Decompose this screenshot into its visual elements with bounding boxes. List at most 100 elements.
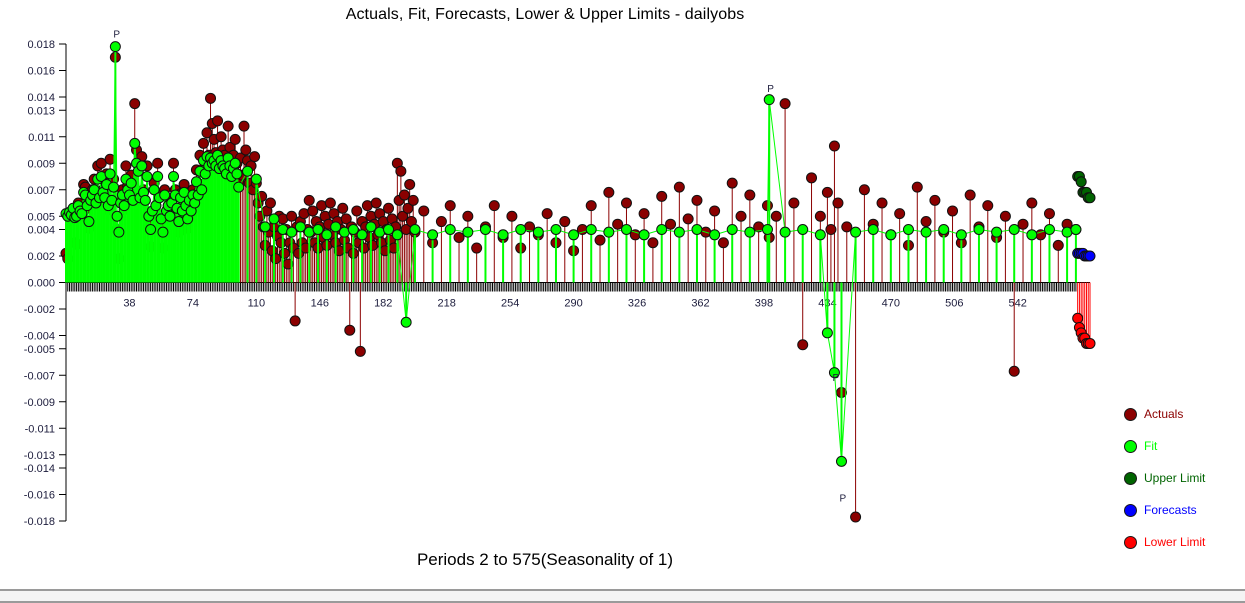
data-point	[307, 205, 319, 217]
legend-item-lower-limit[interactable]: Lower Limit	[1124, 526, 1244, 558]
data-point	[391, 229, 403, 241]
legend-marker-icon	[1124, 439, 1137, 453]
legend-item-label: Fit	[1144, 439, 1158, 453]
data-point	[594, 234, 606, 246]
legend-item-forecasts[interactable]: Forecasts	[1124, 494, 1244, 526]
legend-item-fit[interactable]: Fit	[1124, 430, 1244, 462]
data-point	[250, 173, 262, 185]
data-point	[938, 224, 950, 235]
data-point	[1026, 197, 1038, 209]
y-axis-tick-label: 0.016	[27, 66, 55, 78]
x-axis-tick-label: 254	[501, 298, 519, 310]
x-axis-tick-label: 326	[628, 298, 646, 310]
data-point	[779, 98, 791, 110]
data-point	[145, 224, 157, 235]
data-point	[1084, 192, 1096, 204]
data-point	[832, 197, 844, 209]
data-point	[876, 197, 888, 209]
data-point	[238, 120, 250, 132]
data-point	[814, 229, 826, 241]
data-point	[444, 224, 456, 235]
y-axis-tick-label: 0.005	[27, 211, 55, 223]
legend-item-upper-limit[interactable]: Upper Limit	[1124, 462, 1244, 494]
data-point	[797, 224, 809, 235]
data-point	[83, 216, 95, 228]
y-axis-tick-label: -0.013	[24, 450, 55, 462]
legend-item-actuals[interactable]: Actuals	[1124, 398, 1244, 430]
data-point	[356, 229, 368, 241]
data-point	[973, 224, 985, 235]
data-point	[1052, 239, 1064, 251]
chart-window: Actuals, Fit, Forecasts, Lower & Upper L…	[0, 0, 1245, 603]
annotation-label: P	[767, 84, 774, 95]
x-axis-tick-label: 146	[311, 298, 329, 310]
data-point	[982, 200, 994, 212]
y-axis-tick-label: -0.007	[24, 370, 55, 382]
data-point	[797, 339, 809, 351]
data-point	[337, 202, 349, 214]
data-point	[152, 171, 164, 182]
x-axis-tick-label: 218	[438, 298, 456, 310]
data-point	[109, 41, 121, 53]
data-point	[120, 160, 132, 172]
y-axis-tick-label: 0.009	[27, 158, 55, 170]
data-point	[726, 177, 738, 189]
x-axis-tick-label: 362	[691, 298, 709, 310]
x-axis-tick-label: 542	[1009, 298, 1027, 310]
data-point	[125, 177, 137, 189]
data-point	[964, 189, 976, 201]
data-point	[462, 210, 474, 222]
data-point	[709, 229, 721, 241]
data-point	[229, 157, 241, 169]
y-axis-tick-label: 0.000	[27, 278, 55, 290]
data-point	[999, 210, 1011, 222]
data-point	[240, 144, 252, 156]
data-point	[541, 208, 553, 220]
data-point	[303, 194, 315, 206]
data-point	[139, 194, 151, 206]
data-point	[858, 184, 870, 196]
annotation-label: P	[113, 30, 120, 41]
data-point	[354, 345, 366, 357]
data-point	[141, 171, 153, 182]
data-point	[1043, 224, 1055, 235]
data-point	[289, 315, 301, 327]
data-point	[603, 226, 615, 238]
data-point	[256, 190, 268, 202]
data-point	[383, 224, 395, 235]
data-point	[744, 226, 756, 238]
x-axis-tick-label: 110	[248, 298, 266, 310]
data-point	[867, 224, 879, 235]
y-axis-tick-label: 0.002	[27, 251, 55, 263]
data-point	[568, 229, 580, 241]
y-axis-tick-label: -0.018	[24, 516, 55, 528]
data-point	[196, 184, 208, 196]
data-point	[312, 224, 324, 235]
data-point	[717, 237, 729, 249]
data-point	[735, 210, 747, 222]
data-point	[370, 197, 382, 209]
data-point	[550, 224, 562, 235]
data-point	[673, 181, 685, 193]
y-axis-tick-label: -0.011	[25, 423, 55, 435]
data-point	[197, 137, 209, 149]
y-axis-tick-label: -0.009	[24, 397, 55, 409]
data-point	[1043, 208, 1055, 220]
data-point	[129, 98, 141, 110]
data-point	[825, 224, 837, 235]
x-axis: 3874110146182218254290326362398434470506…	[65, 282, 1090, 310]
data-point	[763, 94, 775, 106]
data-point	[585, 200, 597, 212]
data-point	[157, 226, 169, 238]
data-point	[212, 115, 224, 127]
data-point	[691, 224, 703, 235]
data-point	[427, 229, 439, 241]
data-point	[770, 210, 782, 222]
data-point	[286, 226, 298, 238]
data-point	[955, 229, 967, 241]
data-point	[404, 178, 416, 190]
data-point	[104, 168, 116, 180]
data-point	[585, 224, 597, 235]
data-point	[152, 157, 164, 169]
data-point	[726, 224, 738, 235]
